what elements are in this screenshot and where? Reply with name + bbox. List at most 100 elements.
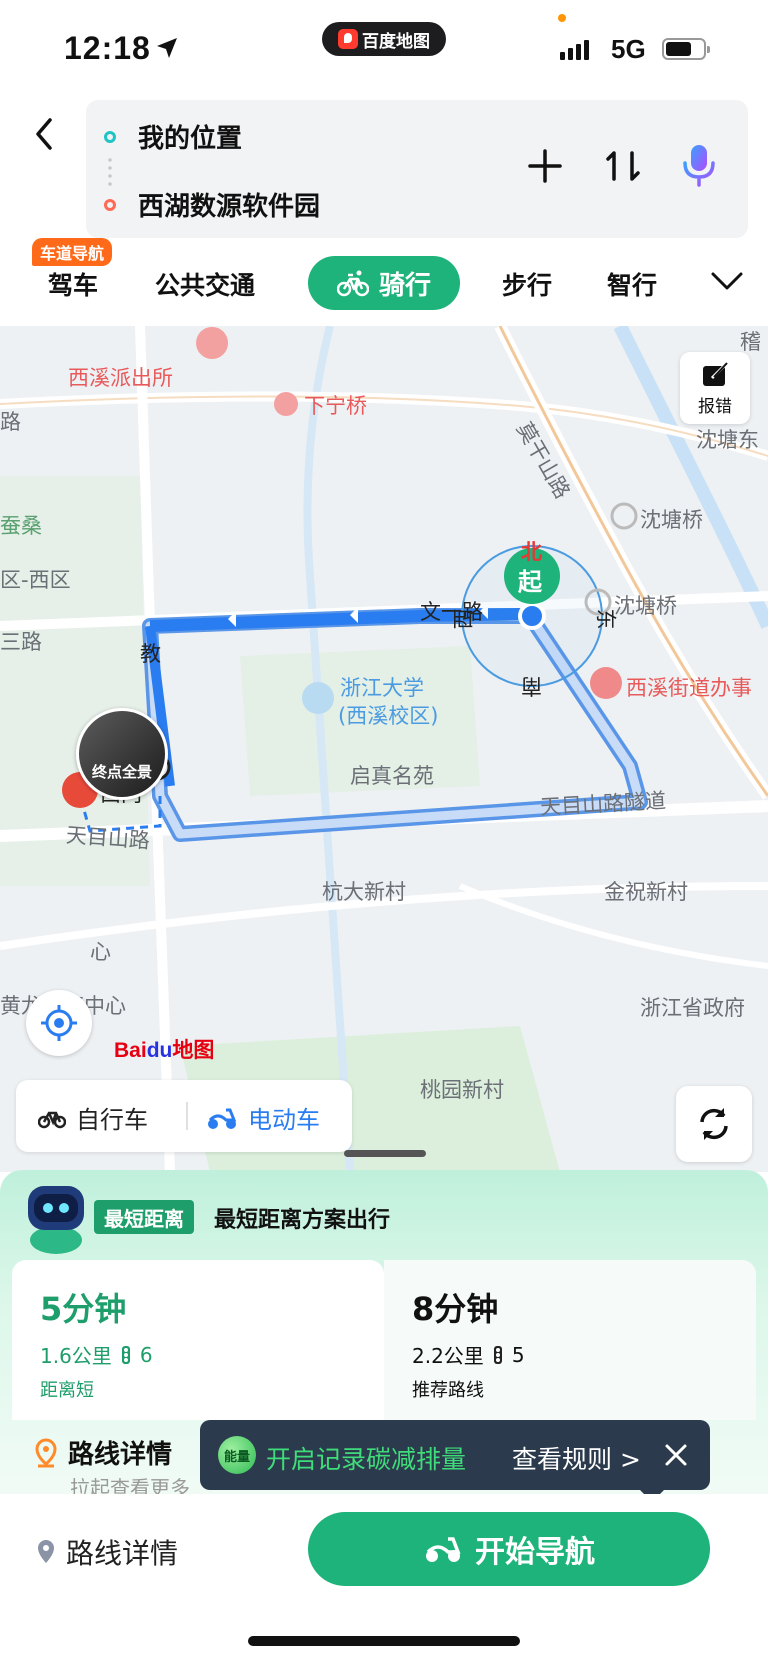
route-option-1-meta: 1.6公里 6 [40,1340,153,1369]
tab-drive[interactable]: 驾车 [48,266,98,302]
energy-badge-icon: 能量 [218,1436,256,1474]
carbon-record-tooltip[interactable]: 能量 开启记录碳减排量 查看规则 > [200,1420,710,1502]
add-waypoint-button[interactable] [523,144,567,188]
poi-shentangqiao-2[interactable]: 沈塘桥 [614,590,677,620]
route-option-1-distance: 1.6公里 [40,1344,112,1368]
map-pin-icon [38,1540,54,1563]
back-to-app-pill[interactable]: 百度地图 [322,22,446,56]
vehicle-ebike-label: 电动车 [248,1106,320,1134]
electric-scooter-icon [208,1108,237,1129]
vehicle-bike-label: 自行车 [76,1106,148,1134]
swap-icon [606,151,640,181]
tab-cycling[interactable]: 骑行 [308,256,460,310]
route-detail-title: 路线详情 [68,1440,173,1470]
refresh-icon [700,1108,728,1140]
carbon-record-text[interactable]: 开启记录碳减排量 [266,1440,466,1476]
destination-dot-icon [104,198,116,211]
baidu-logo: Baidu地图 [114,1039,215,1062]
chevron-left-icon [36,118,52,150]
vehicle-divider [186,1102,188,1130]
place-cansang: 蚕桑 [0,514,42,538]
road-label-jiao: 教 [140,642,161,666]
swap-route-button[interactable] [601,144,645,188]
place-zj-gov: 浙江省政府 [640,996,745,1020]
microphone-icon [683,145,715,187]
origin-dot-icon [104,130,116,143]
start-navigation-label: 开始导航 [475,1535,595,1570]
bicycle-icon [38,1111,66,1128]
bicycle-icon [336,270,369,297]
report-error-label: 报错 [698,396,732,417]
sheet-drag-handle[interactable] [344,1150,426,1157]
place-taoyuan: 桃园新村 [420,1078,504,1102]
clock: 12:18 [64,30,151,66]
route-option-1-tag: 距离短 [40,1380,94,1401]
back-button[interactable] [26,112,62,156]
poi-xianingqiao[interactable]: 下宁桥 [304,390,367,420]
place-xin: 心 [90,940,111,964]
place-qizhen: 启真名苑 [350,764,434,788]
report-error-button[interactable]: 报错 [680,352,750,424]
route-detail-button-label: 路线详情 [66,1537,179,1570]
poi-zju[interactable]: 浙江大学 [340,672,424,702]
voice-input-button[interactable] [677,144,721,188]
tab-public-transit[interactable]: 公共交通 [155,266,255,302]
location-pin-icon [35,1437,57,1467]
more-modes-button[interactable] [710,270,744,296]
edit-icon [703,361,728,386]
vehicle-type-toggle: 自行车 电动车 [16,1080,352,1152]
route-option-2-time: 8分钟 [412,1290,499,1328]
lane-navigation-badge: 车道导航 [32,238,113,266]
tab-walk[interactable]: 步行 [502,266,552,302]
shortest-distance-badge: 最短距离 [94,1200,194,1234]
place-hangda: 杭大新村 [322,880,406,904]
vehicle-bike-option[interactable]: 自行车 [38,1100,148,1135]
origin-text: 我的位置 [138,124,243,154]
start-marker[interactable]: 起 [518,562,542,597]
route-option-2-distance: 2.2公里 [412,1344,484,1368]
poi-zju-campus: (西溪校区) [338,704,439,728]
origin-field[interactable]: 我的位置 [104,118,242,155]
destination-panorama-button[interactable]: 终点全景 [76,708,168,800]
destination-panorama-label: 终点全景 [91,763,152,781]
destination-field[interactable]: 西湖数源软件园 [104,186,320,223]
place-shentangdong: 沈塘东 [696,428,759,452]
tab-cycling-label: 骑行 [378,270,431,301]
close-icon[interactable] [662,1441,690,1469]
road-label-lu: 路 [0,410,21,434]
route-detail-section[interactable]: 路线详情 [34,1434,172,1471]
road-label-tianmu: 天目山路 [65,823,151,853]
poi-xixi-police[interactable]: 西溪派出所 [68,362,173,392]
battery-icon [662,38,710,60]
locate-me-button[interactable] [26,990,92,1056]
destination-text: 西湖数源软件园 [138,192,321,222]
tab-smart[interactable]: 智行 [607,266,657,302]
refresh-route-button[interactable] [676,1086,752,1162]
crosshair-icon [41,1005,77,1041]
compass-south: 南 [521,674,542,698]
status-bar: 12:18 百度地图 5G [0,0,768,100]
robot-mascot-icon [28,1186,84,1254]
route-detail-button[interactable]: 路线详情 [36,1532,178,1572]
route-option-2-lights: 5 [511,1342,525,1367]
shortest-distance-title: 最短距离方案出行 [214,1208,391,1233]
road-label-sanlu: 三路 [0,630,42,654]
traffic-light-icon [493,1345,502,1364]
baidu-maps-app-icon [338,29,358,49]
chevron-down-icon [711,272,743,290]
route-option-1-lights: 6 [139,1342,153,1367]
cellular-signal-icon [560,40,589,60]
home-indicator[interactable] [248,1636,520,1646]
view-rules-link[interactable]: 查看规则 > [512,1440,641,1476]
place-jinzhu: 金祝新村 [604,880,688,904]
vehicle-ebike-option[interactable]: 电动车 [206,1100,320,1135]
route-option-2-tag: 推荐路线 [412,1380,484,1401]
poi-shentangqiao-1[interactable]: 沈塘桥 [640,504,703,534]
poi-xixi-office[interactable]: 西溪街道办事 [626,672,752,702]
route-connector [108,156,112,186]
app-name: 百度地图 [362,31,430,52]
compass-west: 西 [451,608,476,630]
add-icon [528,149,562,183]
start-navigation-button[interactable]: 开始导航 [308,1512,710,1586]
location-arrow-icon [157,38,177,58]
